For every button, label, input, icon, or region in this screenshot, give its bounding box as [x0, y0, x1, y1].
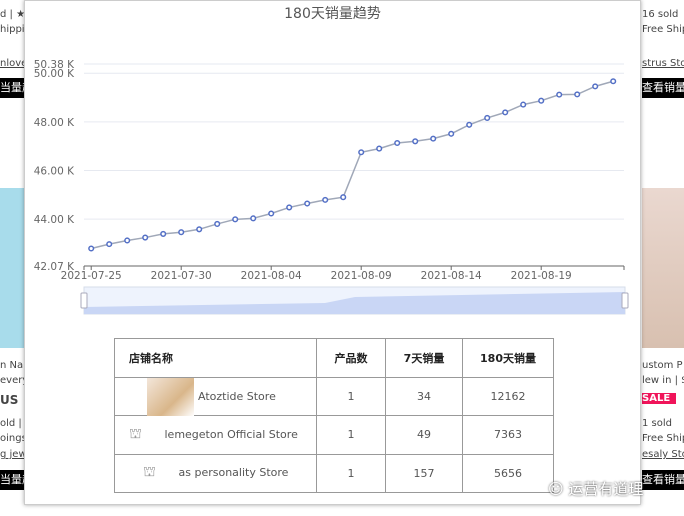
header-product-count: 产品数 — [316, 338, 386, 378]
data-point — [88, 245, 95, 252]
store-cell: ⛫ lemegeton Official Store — [114, 415, 317, 455]
table-row[interactable]: Atoztide Store 1 34 12162 — [114, 376, 554, 416]
data-point — [232, 216, 239, 223]
x-tick-label: 2021-08-19 — [511, 270, 572, 282]
store-thumbnail — [147, 377, 194, 416]
bg-text: n Nar — [0, 360, 24, 371]
store-name[interactable]: as personality Store — [179, 466, 289, 479]
product-count: 1 — [316, 415, 386, 455]
x-tick-label: 2021-07-25 — [61, 270, 122, 282]
y-tick-label: 48.00 K — [34, 117, 75, 129]
sales-7day: 157 — [385, 453, 463, 493]
data-point — [322, 196, 329, 203]
sales-180day: 12162 — [462, 376, 554, 416]
store-cell: ⛫ as personality Store — [114, 453, 317, 493]
bg-text: d | ★ — [0, 9, 24, 20]
store-cell: Atoztide Store — [114, 376, 317, 416]
slider-handle-right[interactable] — [621, 292, 629, 309]
watermark: ☺ 运营有道理 — [548, 478, 643, 499]
table-row[interactable]: ⛫ as personality Store 1 157 5656 — [114, 453, 554, 493]
product-count: 1 — [316, 376, 386, 416]
bg-button[interactable]: 当量趋 — [0, 78, 24, 98]
bg-price: US — [0, 393, 19, 407]
bg-text: old | — [0, 418, 22, 429]
watermark-text: 运营有道理 — [568, 480, 644, 498]
sales-line-chart: 42.07 K44.00 K46.00 K48.00 K50.00 K50.38… — [34, 59, 629, 315]
data-point — [448, 130, 455, 137]
header-7day-sales: 7天销量 — [385, 338, 463, 378]
store-name[interactable]: Atoztide Store — [198, 390, 276, 403]
data-point — [610, 78, 617, 85]
bg-text: oings — [0, 433, 24, 444]
store-icon: ⛫ — [143, 464, 156, 481]
data-point — [376, 145, 383, 152]
data-point — [124, 237, 131, 244]
y-tick-label: 44.00 K — [34, 214, 75, 226]
product-count: 1 — [316, 453, 386, 493]
x-tick-label: 2021-08-04 — [241, 270, 302, 282]
bg-text: 1 sold — [642, 418, 672, 429]
sale-badge: SALE — [642, 393, 676, 404]
y-tick-label: 46.00 K — [34, 165, 75, 177]
table-row[interactable]: ⛫ lemegeton Official Store 1 49 7363 — [114, 415, 554, 455]
data-point — [502, 109, 509, 116]
data-point — [412, 138, 419, 145]
x-tick-label: 2021-08-14 — [421, 270, 482, 282]
sales-180day: 7363 — [462, 415, 554, 455]
bg-text: every — [0, 375, 24, 386]
slider-handle-left[interactable] — [80, 292, 88, 309]
data-point — [466, 121, 473, 128]
data-point — [160, 230, 167, 237]
sales-7day: 49 — [385, 415, 463, 455]
y-tick-label: 50.38 K — [34, 59, 75, 71]
data-point — [538, 97, 545, 104]
x-tick-label: 2021-07-30 — [151, 270, 212, 282]
bg-button[interactable]: 当量趋 — [0, 470, 24, 490]
store-table: 店铺名称 产品数 7天销量 180天销量 Atoztide Store 1 34… — [114, 338, 554, 493]
sales-7day: 34 — [385, 376, 463, 416]
bg-text: Free Ship — [642, 24, 684, 35]
data-point — [178, 229, 185, 236]
bg-button[interactable]: 查看销量 — [642, 78, 684, 98]
bg-text: strus Sto — [642, 58, 684, 69]
data-point — [484, 114, 491, 122]
store-icon: ⛫ — [129, 425, 142, 442]
sales-180day: 5656 — [462, 453, 554, 493]
data-point — [106, 241, 113, 248]
bg-text: ustom P — [642, 360, 683, 371]
bg-text: lew in | $ — [642, 375, 684, 386]
header-store-name: 店铺名称 — [114, 338, 317, 378]
data-point — [214, 220, 221, 227]
bg-text: g jew — [0, 449, 24, 460]
table-header-row: 店铺名称 产品数 7天销量 180天销量 — [114, 338, 554, 378]
data-point — [574, 91, 581, 98]
data-point — [142, 234, 149, 241]
data-point — [430, 135, 437, 142]
bg-button[interactable]: 查看销量 — [642, 470, 684, 490]
header-180day-sales: 180天销量 — [462, 338, 554, 378]
bg-text: hippi — [0, 24, 24, 35]
data-point — [196, 226, 203, 233]
series-line — [91, 80, 614, 250]
product-image[interactable] — [642, 188, 684, 348]
data-point — [250, 215, 257, 222]
data-point — [394, 139, 401, 147]
data-point — [340, 194, 347, 201]
bg-text: nlove — [0, 58, 24, 69]
data-point — [268, 210, 275, 217]
data-point — [592, 83, 599, 90]
data-point — [556, 91, 563, 98]
data-point — [286, 204, 293, 211]
product-image[interactable] — [0, 188, 24, 348]
x-tick-label: 2021-08-09 — [331, 270, 392, 282]
bg-text: Free Ship — [642, 433, 684, 444]
data-point — [520, 101, 527, 108]
sales-trend-modal: 180天销量趋势 42.07 K 44.00 K 46.00 K 48.00 K 50.… — [24, 0, 641, 505]
store-name[interactable]: lemegeton Official Store — [165, 428, 298, 441]
bg-text: esaly Sto — [642, 449, 684, 460]
wechat-icon: ☺ — [548, 480, 564, 498]
bg-text: 16 sold — [642, 9, 679, 20]
data-point — [358, 149, 365, 156]
data-point — [304, 200, 311, 207]
